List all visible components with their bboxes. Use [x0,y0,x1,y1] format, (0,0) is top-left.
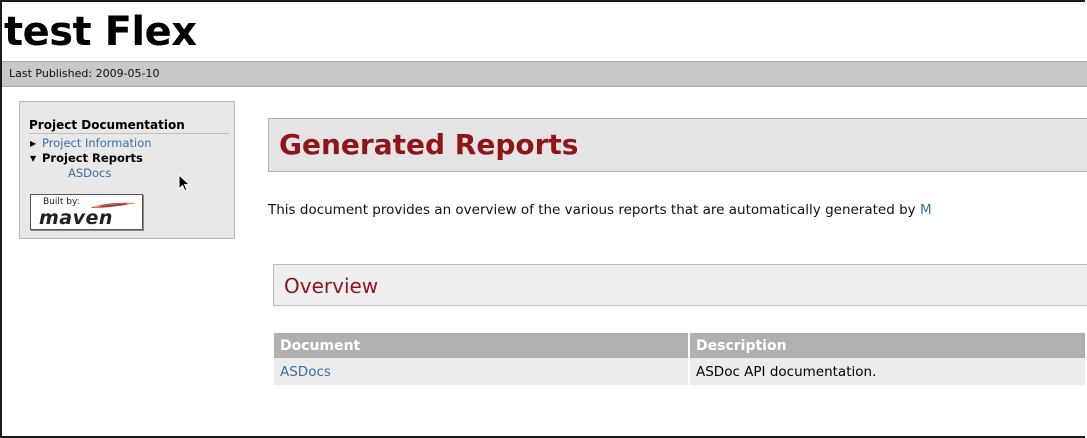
intro-text: This document provides an overview of th… [268,202,916,218]
document-link-asdocs[interactable]: ASDocs [280,364,331,380]
sidebar-item-label[interactable]: ASDocs [68,166,111,180]
table-cell-document: ASDocs [274,358,690,385]
built-by-label: Built by: [43,197,80,207]
collapsed-triangle-icon: ▶ [30,139,37,148]
site-title: test Flex [4,9,197,55]
column-header-description: Description [689,333,1087,358]
nav-heading: Project Documentation [29,118,185,132]
section-title: Overview [284,274,379,298]
last-published-date: Last Published: 2009-05-10 [9,67,160,80]
sidebar-item-project-reports[interactable]: ▼ Project Reports [30,151,143,166]
mouse-pointer-icon [178,174,191,192]
maven-logo-text: maven [39,207,113,229]
reports-table: Document Description ASDocs ASDoc API do… [274,333,1087,385]
intro-paragraph: This document provides an overview of th… [268,202,932,218]
section-title-box: Overview [273,264,1087,306]
column-header-document: Document [274,333,690,358]
intro-link[interactable]: M [920,202,932,218]
table-cell-description: ASDoc API documentation. [689,358,1087,385]
sidebar-item-asdocs[interactable]: ASDocs [68,166,111,180]
built-by-maven-badge[interactable]: Built by: maven [30,194,143,230]
page-title-box: Generated Reports [268,118,1087,172]
sidebar-item-project-information[interactable]: ▶ Project Information [30,136,152,151]
table-header-row: Document Description [274,333,1087,358]
left-navigation: Project Documentation ▶ Project Informati… [19,101,235,239]
page-title: Generated Reports [279,128,579,161]
nav-divider [29,133,229,134]
sidebar-item-label[interactable]: Project Information [42,136,152,150]
table-row: ASDocs ASDoc API documentation. [274,358,1087,385]
sidebar-item-label: Project Reports [42,151,143,165]
publish-bar: Last Published: 2009-05-10 [2,61,1087,87]
expanded-triangle-icon: ▼ [30,154,37,163]
